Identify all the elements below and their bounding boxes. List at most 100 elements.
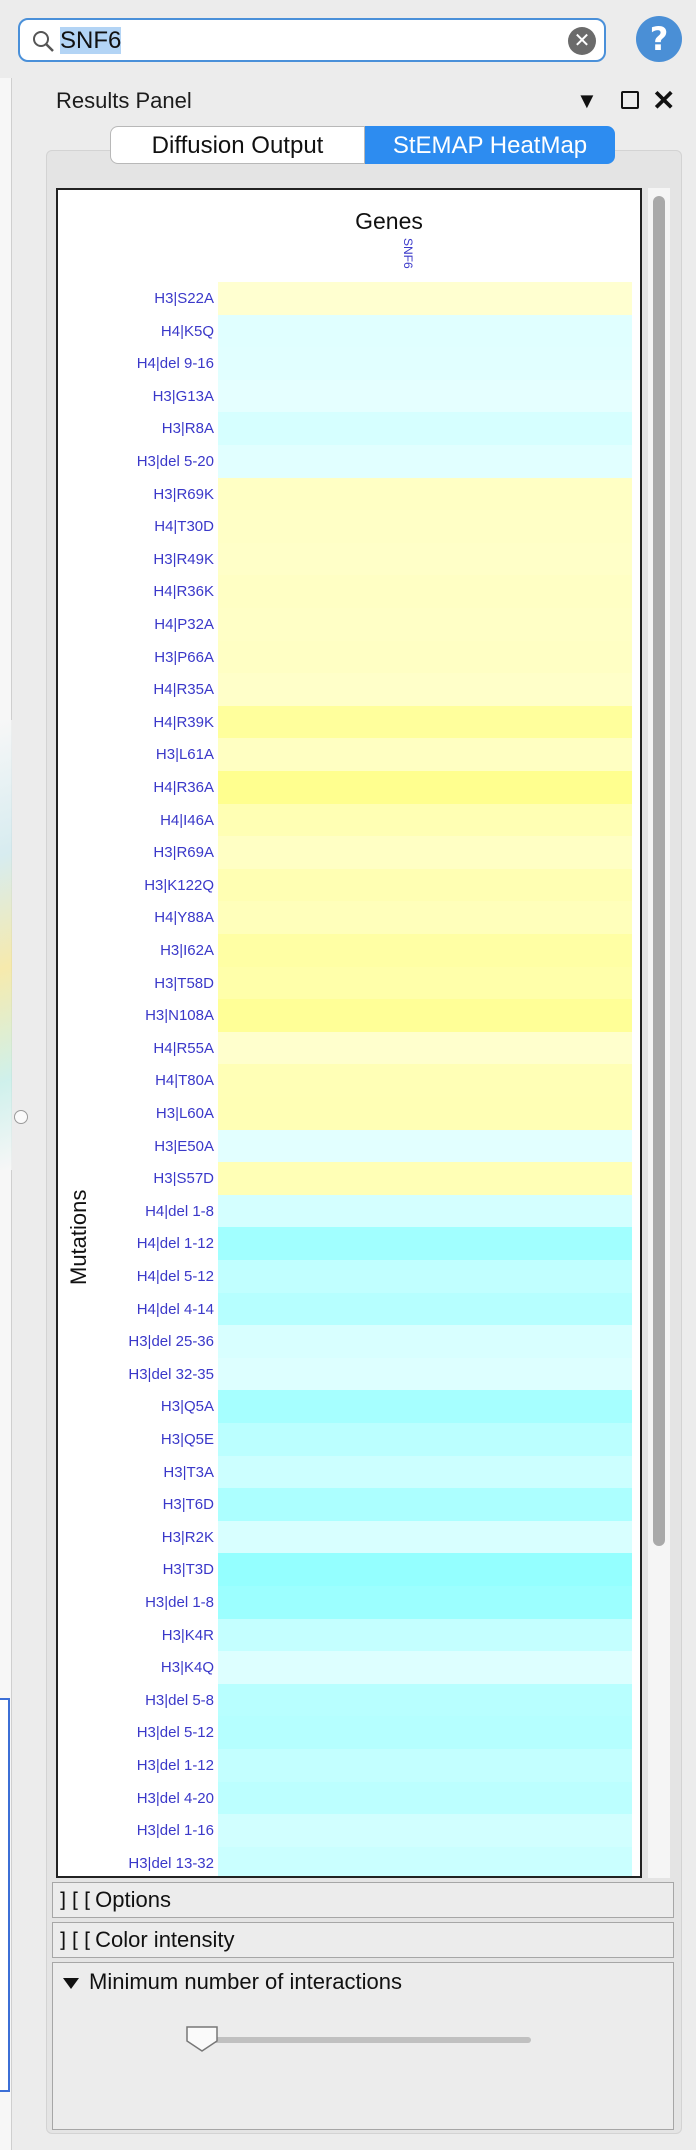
heatmap-cell[interactable]: [218, 1064, 632, 1098]
heatmap-cell[interactable]: [218, 477, 632, 511]
mutation-label: H3|del 1-12: [136, 1757, 214, 1774]
heatmap-row: H3|K4Q: [58, 1651, 640, 1685]
heatmap-cell[interactable]: [218, 314, 632, 348]
heatmap-row: H3|del 32-35: [58, 1357, 640, 1391]
heatmap-cell[interactable]: [218, 1227, 632, 1261]
options-section[interactable]: ][[Options: [52, 1882, 674, 1918]
search-input[interactable]: SNF6: [60, 27, 122, 55]
mutation-label: H3|T58D: [154, 974, 214, 992]
panel-menu-icon[interactable]: ▼: [576, 88, 598, 114]
heatmap-cell[interactable]: [218, 542, 632, 576]
heatmap-cell[interactable]: [218, 1651, 632, 1685]
tab-stemap-heatmap[interactable]: StEMAP HeatMap: [365, 126, 615, 164]
color-intensity-section[interactable]: ][[Color intensity: [52, 1922, 674, 1958]
heatmap-cell[interactable]: [218, 1618, 632, 1652]
heatmap-cell[interactable]: [218, 738, 632, 772]
mutation-label: H3|R69A: [153, 844, 214, 862]
heatmap-cell[interactable]: [218, 1194, 632, 1228]
heatmap-cell[interactable]: [218, 282, 632, 315]
min-interactions-header[interactable]: Minimum number of interactions: [63, 1969, 402, 1995]
heatmap-cell[interactable]: [218, 1031, 632, 1065]
mutation-label: H4|R36K: [153, 583, 214, 601]
heatmap-cell[interactable]: [218, 1423, 632, 1456]
heatmap-cell[interactable]: [218, 1129, 632, 1163]
mutation-label: H3|L60A: [155, 1105, 214, 1122]
heatmap-cell[interactable]: [218, 836, 632, 870]
mutation-label: H3|L61A: [155, 746, 214, 764]
heatmap-cell[interactable]: [218, 1814, 632, 1848]
close-panel-icon[interactable]: ✕: [652, 84, 675, 117]
heatmap-cell[interactable]: [218, 1357, 632, 1391]
heatmap-row: H4|T30D: [58, 510, 640, 544]
heatmap-cell[interactable]: [218, 1683, 632, 1717]
search-bar[interactable]: SNF6 ✕: [18, 18, 606, 62]
heatmap-cell[interactable]: [218, 379, 632, 413]
tab-diffusion-output[interactable]: Diffusion Output: [110, 126, 365, 164]
heatmap-viewport[interactable]: Genes SNF6 Mutations H3|S22A H4|K5Q H4|del…: [56, 188, 642, 1878]
heatmap-cell[interactable]: [218, 1586, 632, 1619]
heatmap-cell[interactable]: [218, 1846, 632, 1876]
heatmap-cell[interactable]: [218, 1097, 632, 1130]
heatmap-cell[interactable]: [218, 1716, 632, 1750]
heatmap-row: H4|del 5-12: [58, 1260, 640, 1293]
help-button[interactable]: ?: [636, 16, 682, 62]
search-value-selected: SNF6: [60, 27, 122, 54]
mutation-label: H4|del 5-12: [136, 1268, 214, 1285]
heatmap-row: H3|R2K: [58, 1520, 640, 1554]
mutation-label: H3|S57D: [153, 1170, 214, 1188]
slider-thumb[interactable]: [185, 2025, 219, 2053]
mutation-label: H3|del 5-20: [136, 453, 214, 470]
heatmap-cell[interactable]: [218, 673, 632, 707]
heatmap-cell[interactable]: [218, 347, 632, 381]
clear-search-icon[interactable]: ✕: [568, 27, 596, 55]
min-interactions-slider[interactable]: [201, 2037, 531, 2043]
heatmap-cell[interactable]: [218, 1781, 632, 1815]
heatmap-cell[interactable]: [218, 705, 632, 739]
heatmap-cell[interactable]: [218, 1260, 632, 1293]
scrollbar-thumb[interactable]: [653, 196, 665, 1546]
float-panel-icon[interactable]: [621, 91, 639, 109]
mutation-label: H4|K5Q: [160, 322, 214, 340]
heatmap-row: H3|K122Q: [58, 868, 640, 902]
heatmap-cell[interactable]: [218, 445, 632, 478]
heatmap-cell[interactable]: [218, 575, 632, 609]
heatmap-row: H4|R36K: [58, 575, 640, 609]
mutation-label: H4|R36A: [153, 779, 214, 796]
mutation-label: H4|R55A: [153, 1039, 214, 1057]
heatmap-cell[interactable]: [218, 1455, 632, 1489]
mutation-label: H3|T3D: [162, 1561, 214, 1579]
heatmap-row: H3|del 1-16: [58, 1814, 640, 1848]
heatmap-row: H3|del 25-36: [58, 1325, 640, 1359]
mutation-label: H3|del 5-8: [145, 1691, 214, 1709]
heatmap-cell[interactable]: [218, 412, 632, 446]
heatmap-cell[interactable]: [218, 901, 632, 935]
heatmap-cell[interactable]: [218, 608, 632, 641]
heatmap-row: H3|T3D: [58, 1553, 640, 1587]
split-pane-handle[interactable]: [14, 1110, 28, 1124]
heatmap-cell[interactable]: [218, 1325, 632, 1359]
mutation-label: H3|T6D: [162, 1496, 214, 1514]
heatmap-cell[interactable]: [218, 1162, 632, 1196]
collapse-icon: ][[: [57, 1928, 94, 1952]
heatmap-cell[interactable]: [218, 1390, 632, 1424]
color-intensity-label: Color intensity: [95, 1927, 235, 1952]
heatmap-cell[interactable]: [218, 640, 632, 674]
heatmap-cell[interactable]: [218, 771, 632, 804]
heatmap-row: H4|I46A: [58, 803, 640, 837]
heatmap-cell[interactable]: [218, 1553, 632, 1587]
heatmap-cell[interactable]: [218, 1292, 632, 1326]
heatmap-cell[interactable]: [218, 868, 632, 902]
heatmap-cell[interactable]: [218, 934, 632, 967]
heatmap-row: H3|I62A: [58, 934, 640, 967]
heatmap-cell[interactable]: [218, 510, 632, 544]
heatmap-cell[interactable]: [218, 999, 632, 1033]
heatmap-row: H3|N108A: [58, 999, 640, 1033]
heatmap-cell[interactable]: [218, 803, 632, 837]
heatmap-row: H4|del 9-16: [58, 347, 640, 381]
heatmap-cell[interactable]: [218, 1749, 632, 1782]
heatmap-row: H3|T58D: [58, 966, 640, 1000]
heatmap-cell[interactable]: [218, 1488, 632, 1522]
heatmap-scrollbar[interactable]: [648, 188, 670, 1878]
heatmap-cell[interactable]: [218, 966, 632, 1000]
heatmap-cell[interactable]: [218, 1520, 632, 1554]
